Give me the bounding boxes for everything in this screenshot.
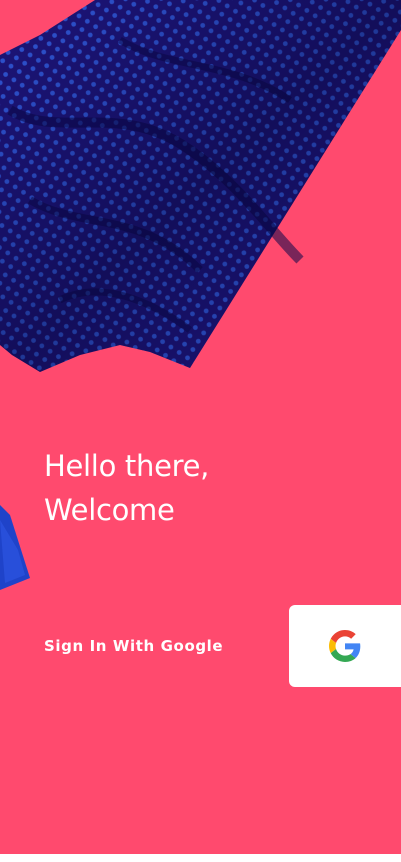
bottom-edge bbox=[0, 854, 401, 862]
google-logo-icon bbox=[329, 630, 361, 662]
welcome-line-1: Hello there, bbox=[44, 449, 210, 483]
welcome-heading: Hello there, Welcome bbox=[44, 444, 209, 532]
welcome-line-2: Welcome bbox=[44, 493, 175, 527]
sign-in-with-google-label[interactable]: Sign In With Google bbox=[44, 637, 223, 655]
google-sign-in-button[interactable] bbox=[289, 605, 401, 687]
login-screen: Hello there, Welcome Sign In With Google bbox=[0, 0, 401, 862]
